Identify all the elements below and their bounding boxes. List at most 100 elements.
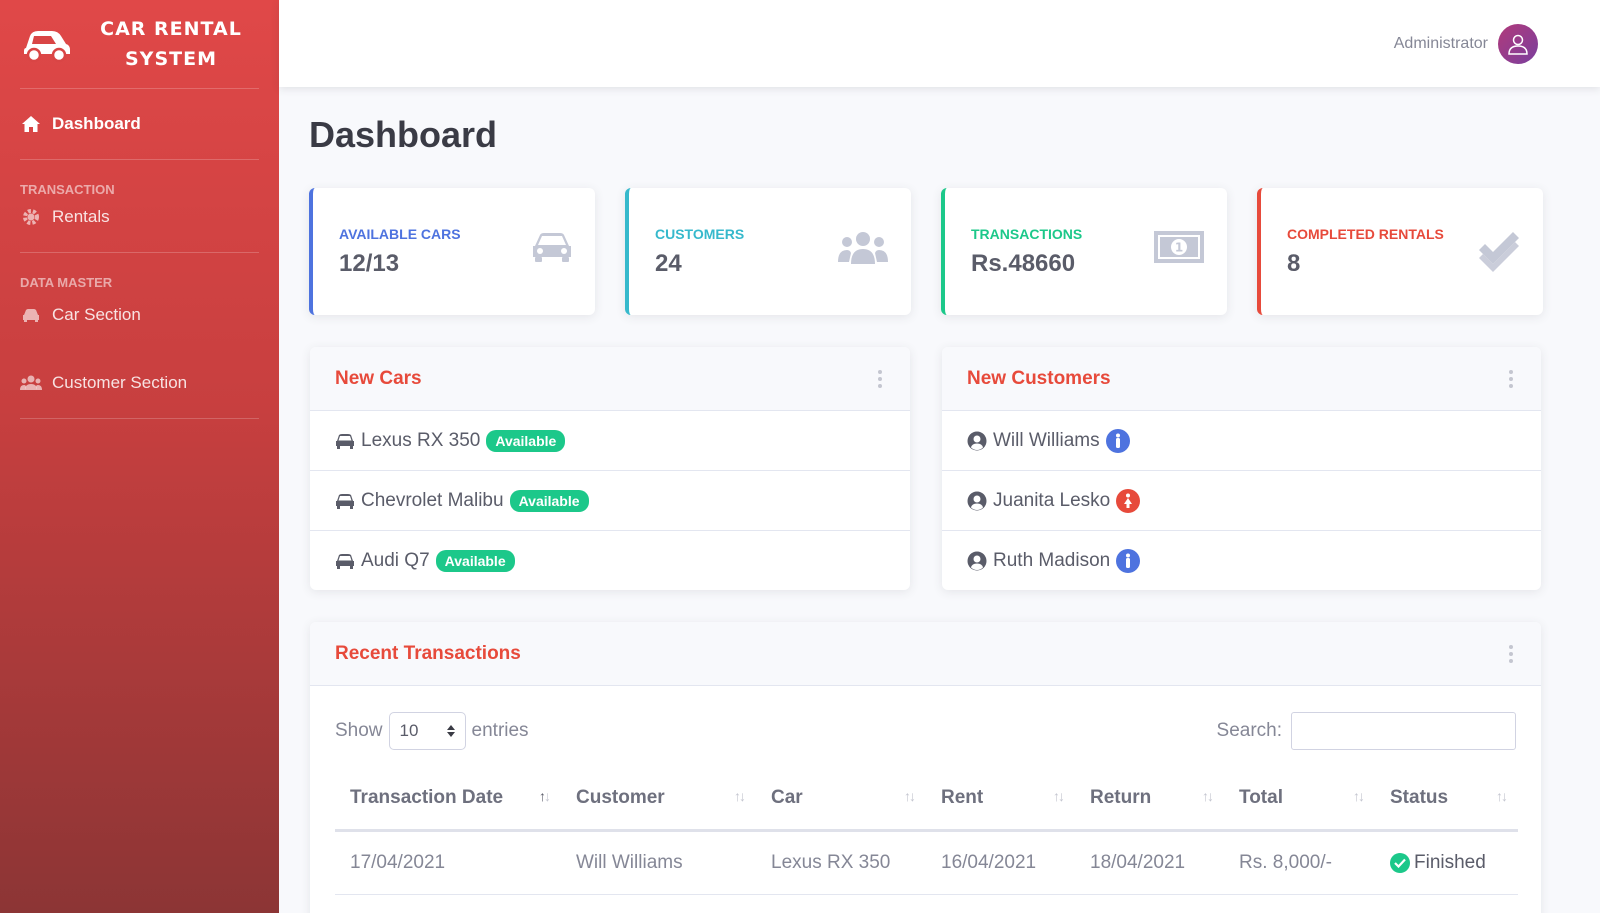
cell-car: Lexus RX 350 bbox=[756, 830, 926, 895]
cell-status: Finished bbox=[1375, 830, 1518, 895]
male-icon bbox=[1116, 549, 1141, 573]
column-label: Return bbox=[1090, 787, 1152, 809]
sidebar-item-label: Dashboard bbox=[52, 114, 141, 133]
stat-card-customers[interactable]: CUSTOMERS 24 bbox=[625, 188, 911, 315]
users-icon bbox=[20, 373, 42, 393]
status-badge: Available bbox=[435, 550, 515, 572]
sort-icon: ↑↓ bbox=[1496, 788, 1508, 804]
list-item[interactable]: Juanita Lesko bbox=[942, 471, 1541, 531]
list-item[interactable]: Will Williams bbox=[942, 411, 1541, 471]
cell-date: 17/04/2021 bbox=[335, 830, 561, 895]
sort-arrows-icon bbox=[446, 725, 455, 737]
new-customers-panel: New Customers Will Williams Juanita Lesk… bbox=[942, 347, 1541, 590]
column-header-car[interactable]: Car ↑↓ bbox=[756, 768, 926, 832]
more-options-icon[interactable] bbox=[878, 369, 882, 388]
search-input[interactable] bbox=[1291, 712, 1516, 750]
brand[interactable]: CAR RENTAL SYSTEM bbox=[0, 0, 279, 88]
gear-icon bbox=[20, 207, 42, 227]
car-icon bbox=[335, 433, 355, 449]
stat-label: CUSTOMERS bbox=[655, 226, 745, 242]
stat-label: COMPLETED RENTALS bbox=[1287, 226, 1444, 242]
sort-icon: ↑↓ bbox=[1353, 788, 1365, 804]
column-header-rent[interactable]: Rent ↑↓ bbox=[926, 768, 1075, 832]
user-menu[interactable]: Administrator bbox=[1394, 24, 1538, 64]
column-header-transaction-date[interactable]: Transaction Date ↑↓ bbox=[335, 768, 561, 832]
user-name: Administrator bbox=[1393, 35, 1488, 52]
more-options-icon[interactable] bbox=[1509, 644, 1513, 663]
user-icon bbox=[1508, 34, 1528, 55]
entries-control: Show 10 entries bbox=[335, 712, 529, 750]
page-title: Dashboard bbox=[309, 114, 498, 155]
sort-icon: ↑↓ bbox=[904, 788, 916, 804]
sidebar-item-rentals[interactable]: Rentals bbox=[0, 200, 279, 252]
stat-card-transactions[interactable]: TRANSACTIONS Rs.48660 1 bbox=[941, 188, 1227, 315]
column-header-customer[interactable]: Customer ↑↓ bbox=[561, 768, 756, 832]
user-circle-icon bbox=[967, 551, 987, 571]
table-row[interactable]: 17/04/2021 Will Williams Lexus RX 350 16… bbox=[335, 830, 1518, 895]
sort-icon: ↑↓ bbox=[1053, 788, 1065, 804]
money-icon: 1 bbox=[1153, 230, 1205, 269]
sidebar-item-car-section[interactable]: Car Section bbox=[0, 293, 279, 348]
stat-card-available-cars[interactable]: AVAILABLE CARS 12/13 bbox=[309, 188, 595, 315]
sort-icon: ↑↓ bbox=[734, 788, 746, 804]
double-check-icon bbox=[1477, 230, 1521, 277]
divider bbox=[20, 418, 259, 419]
entries-label: entries bbox=[471, 720, 529, 741]
list-item[interactable]: Lexus RX 350 Available bbox=[310, 411, 910, 471]
avatar[interactable] bbox=[1498, 24, 1538, 64]
car-name: Audi Q7 bbox=[361, 550, 430, 571]
car-icon bbox=[335, 493, 355, 509]
cell-return: 18/04/2021 bbox=[1075, 830, 1224, 895]
column-label: Rent bbox=[941, 787, 984, 809]
stat-value: Rs.48660 bbox=[971, 250, 1076, 277]
cell-rent: 16/04/2021 bbox=[926, 830, 1075, 895]
cell-customer: Will Williams bbox=[561, 830, 756, 895]
stat-label: TRANSACTIONS bbox=[971, 226, 1083, 242]
panel-header: Recent Transactions bbox=[310, 622, 1541, 686]
sidebar-item-customer-section[interactable]: Customer Section bbox=[0, 348, 279, 418]
car-icon bbox=[531, 230, 573, 269]
car-icon bbox=[335, 553, 355, 569]
topbar: Administrator bbox=[279, 0, 1600, 87]
user-circle-icon bbox=[967, 431, 987, 451]
entries-select[interactable]: 10 bbox=[388, 712, 466, 750]
more-options-icon[interactable] bbox=[1509, 369, 1513, 388]
car-icon bbox=[20, 305, 42, 325]
male-icon bbox=[1105, 428, 1130, 453]
check-circle-icon bbox=[1390, 852, 1410, 873]
column-header-return[interactable]: Return ↑↓ bbox=[1075, 768, 1224, 832]
status-finished: Finished bbox=[1390, 852, 1518, 874]
sidebar-item-dashboard[interactable]: Dashboard bbox=[0, 89, 279, 159]
stat-value: 12/13 bbox=[339, 250, 400, 277]
panel-header: New Cars bbox=[310, 347, 910, 411]
stat-label: AVAILABLE CARS bbox=[339, 226, 461, 242]
column-label: Car bbox=[771, 787, 803, 809]
svg-text:1: 1 bbox=[1175, 241, 1183, 255]
brand-title: CAR RENTAL SYSTEM bbox=[100, 18, 242, 70]
list-item[interactable]: Ruth Madison bbox=[942, 531, 1541, 590]
table-header-row: Transaction Date ↑↓ Customer ↑↓ Car ↑↓ Rent… bbox=[335, 768, 1518, 832]
column-label: Transaction Date bbox=[350, 787, 504, 809]
cell-total: Rs. 8,000/- bbox=[1224, 830, 1375, 895]
search-label: Search: bbox=[1216, 720, 1282, 741]
customer-name: Will Williams bbox=[993, 429, 1100, 451]
recent-transactions-panel: Recent Transactions Show 10 entries Sear… bbox=[310, 622, 1541, 913]
list-item[interactable]: Audi Q7 Available bbox=[310, 531, 910, 590]
status-label: Finished bbox=[1414, 851, 1486, 873]
column-label: Total bbox=[1239, 787, 1283, 809]
customer-name: Ruth Madison bbox=[993, 550, 1111, 571]
stat-card-completed-rentals[interactable]: COMPLETED RENTALS 8 bbox=[1257, 188, 1543, 315]
list-item[interactable]: Chevrolet Malibu Available bbox=[310, 471, 910, 531]
user-circle-icon bbox=[967, 491, 987, 511]
show-label: Show bbox=[335, 720, 383, 741]
column-header-total[interactable]: Total ↑↓ bbox=[1224, 768, 1375, 832]
panel-header: New Customers bbox=[942, 347, 1541, 411]
stat-value: 24 bbox=[655, 250, 682, 277]
sidebar-heading-data-master: DATA MASTER bbox=[20, 275, 113, 290]
status-badge: Available bbox=[486, 429, 566, 452]
home-icon bbox=[20, 114, 42, 134]
new-cars-panel: New Cars Lexus RX 350 Available Chevrole… bbox=[310, 347, 910, 590]
column-header-status[interactable]: Status ↑↓ bbox=[1375, 768, 1518, 832]
sort-icon: ↑↓ bbox=[1202, 788, 1214, 804]
users-icon bbox=[837, 230, 889, 271]
